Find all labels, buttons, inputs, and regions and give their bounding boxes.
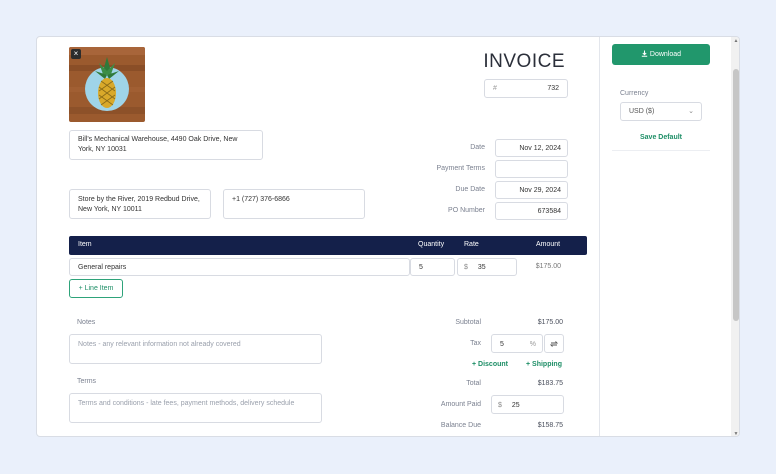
header-rate: Rate [464,241,479,248]
scroll-up-arrow-icon[interactable]: ▲ [733,38,739,44]
item-quantity-field[interactable]: 5 [410,258,455,276]
terms-label: Terms [77,378,97,385]
invoice-document: × INVOICE # 732 Bill's Mechanical Wareho… [37,37,599,436]
swap-icon [549,341,559,347]
add-discount-link[interactable]: + Discount [472,361,508,368]
notes-label: Notes [77,319,96,326]
ship-to-field[interactable]: +1 (727) 376-6866 [223,189,365,219]
due-date-field[interactable]: Nov 29, 2024 [495,181,568,199]
subtotal-label: Subtotal [455,319,481,326]
payment-terms-label: Payment Terms [436,165,486,172]
header-amount: Amount [536,241,561,248]
amount-paid-value: 25 [511,402,520,409]
download-button[interactable]: Download [612,44,710,65]
invoice-window: × INVOICE # 732 Bill's Mechanical Wareho… [36,36,740,437]
scrollbar-thumb[interactable] [733,69,739,321]
download-label: Download [649,51,682,58]
invoice-number-field[interactable]: # 732 [484,79,568,98]
add-shipping-link[interactable]: + Shipping [526,361,562,368]
chevron-down-icon: ⌄ [688,108,694,115]
item-description-field[interactable]: General repairs [69,258,410,276]
add-line-item-button[interactable]: + Line Item [69,279,123,298]
invoice-number-prefix: # [493,85,497,92]
rate-value: 35 [477,264,486,271]
balance-due-value: $158.75 [537,422,563,429]
vertical-scrollbar[interactable]: ▲ ▼ [731,37,739,436]
scroll-down-arrow-icon[interactable]: ▼ [733,431,739,436]
tax-value: 5 [500,341,504,348]
tax-field[interactable]: 5 % [491,334,543,353]
notes-textarea[interactable]: Notes - any relevant information not alr… [69,334,322,364]
from-address-field[interactable]: Bill's Mechanical Warehouse, 4490 Oak Dr… [69,130,263,160]
currency-select[interactable]: USD ($) ⌄ [620,102,702,121]
amount-paid-label: Amount Paid [440,401,481,408]
subtotal-value: $175.00 [537,319,563,326]
currency-label: Currency [620,90,649,97]
total-value: $183.75 [537,380,563,387]
company-logo[interactable]: × [69,47,145,122]
invoice-number-value: 732 [547,85,559,92]
tax-unit: % [529,341,536,348]
balance-due-label: Balance Due [440,422,481,429]
invoice-title: INVOICE [483,51,565,72]
bill-to-field[interactable]: Store by the River, 2019 Redbud Drive, N… [69,189,211,219]
download-icon [641,50,648,57]
remove-logo-close-icon[interactable]: × [71,49,81,59]
item-amount: $175.00 [535,263,561,270]
currency-value: USD ($) [629,108,655,115]
header-item: Item [78,241,92,248]
save-default-button[interactable]: Save Default [612,134,710,141]
payment-terms-field[interactable] [495,160,568,178]
header-quantity: Quantity [418,241,445,248]
amount-paid-field[interactable]: $ 25 [491,395,564,414]
settings-sidebar: Download Currency USD ($) ⌄ Save Default [599,37,731,436]
terms-textarea[interactable]: Terms and conditions - late fees, paymen… [69,393,322,423]
rate-currency-symbol: $ [464,264,468,271]
due-date-label: Due Date [455,186,485,193]
po-number-field[interactable]: 673584 [495,202,568,220]
tax-type-toggle-button[interactable] [544,334,564,353]
date-label: Date [470,144,485,151]
date-field[interactable]: Nov 12, 2024 [495,139,568,157]
sidebar-divider [612,150,710,151]
total-label: Total [466,380,481,387]
items-table-header: Item Quantity Rate Amount [69,236,587,255]
tax-label: Tax [470,340,481,347]
po-number-label: PO Number [448,207,485,214]
amount-paid-currency-symbol: $ [498,402,502,409]
